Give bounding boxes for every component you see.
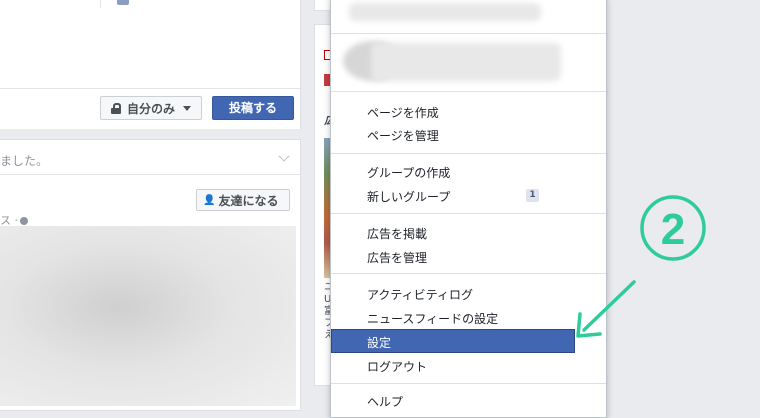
menu-item-create-page[interactable]: ページを作成 bbox=[367, 104, 439, 121]
photo-icon[interactable] bbox=[117, 0, 129, 5]
menu-item-manage-ads[interactable]: 広告を管理 bbox=[367, 249, 427, 266]
globe-icon bbox=[20, 217, 28, 225]
composer-action-bar: 自分のみ 投稿する bbox=[0, 88, 300, 129]
privacy-label: 自分のみ bbox=[127, 101, 176, 116]
menu-item-help[interactable]: ヘルプ bbox=[367, 393, 403, 410]
divider bbox=[331, 33, 606, 34]
divider bbox=[331, 383, 606, 384]
menu-item-settings-label: 設定 bbox=[367, 336, 392, 350]
account-dropdown-menu: ページを作成 ページを管理 グループの作成 新しいグループ 1 広告を掲載 広告… bbox=[330, 0, 607, 418]
lock-icon bbox=[111, 102, 121, 114]
menu-item-log-out[interactable]: ログアウト bbox=[367, 358, 427, 375]
story-header-text: ました。 bbox=[0, 154, 49, 168]
menu-item-create-group[interactable]: グループの作成 bbox=[367, 164, 450, 181]
post-button[interactable]: 投稿する bbox=[212, 96, 294, 120]
caret-down-icon bbox=[183, 105, 192, 111]
menu-item-create-ad[interactable]: 広告を掲載 bbox=[367, 225, 427, 242]
menu-item-new-groups[interactable]: 新しいグループ bbox=[367, 188, 450, 205]
menu-item-settings[interactable]: 設定 bbox=[331, 329, 575, 353]
divider bbox=[331, 273, 606, 274]
add-friend-icon: 👤 bbox=[203, 194, 216, 206]
blurred-account-name bbox=[349, 3, 541, 21]
blurred-page-entry[interactable] bbox=[371, 43, 561, 81]
privacy-selector-button[interactable]: 自分のみ bbox=[100, 96, 202, 120]
divider bbox=[331, 213, 606, 214]
divider bbox=[331, 153, 606, 154]
new-groups-count-badge: 1 bbox=[526, 189, 539, 202]
feed-story-card: ました。 👤 友達になる ス · bbox=[0, 139, 301, 411]
add-friend-label: 友達になる bbox=[218, 193, 279, 208]
divider bbox=[331, 91, 606, 92]
divider bbox=[0, 174, 300, 175]
story-image[interactable] bbox=[0, 226, 296, 406]
chevron-down-icon[interactable] bbox=[278, 150, 290, 162]
step-annotation: 2 bbox=[576, 195, 706, 338]
divider bbox=[100, 0, 101, 8]
step-number: 2 bbox=[661, 205, 685, 254]
menu-item-news-feed-preferences[interactable]: ニュースフィードの設定 bbox=[367, 310, 498, 327]
arrow-line bbox=[582, 280, 636, 332]
post-composer: 自分のみ 投稿する bbox=[0, 0, 301, 129]
menu-item-manage-pages[interactable]: ページを管理 bbox=[367, 127, 439, 144]
menu-item-activity-log[interactable]: アクティビティログ bbox=[367, 286, 473, 303]
add-friend-button[interactable]: 👤 友達になる bbox=[196, 189, 290, 211]
